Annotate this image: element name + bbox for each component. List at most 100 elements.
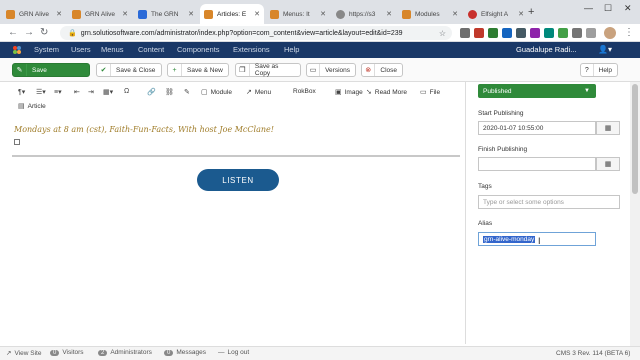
url-bar[interactable]: 🔒 grn.solutiosoftware.com/administrator/… xyxy=(60,26,452,40)
help-icon: ? xyxy=(581,64,594,76)
save-button[interactable]: ✎ Save xyxy=(12,63,90,77)
outdent-icon[interactable]: ⇤ xyxy=(74,88,80,96)
versions-button[interactable]: ▭ Versions xyxy=(306,63,356,77)
calendar-icon[interactable]: ▦ xyxy=(596,121,620,135)
site-name-link[interactable]: Guadalupe Radi... xyxy=(516,45,576,54)
browser-tab-active[interactable]: Articles: E ✕ xyxy=(200,4,264,24)
table-icon[interactable]: ▦▾ xyxy=(103,88,113,96)
extension-icon[interactable] xyxy=(516,28,526,38)
image-label: Image xyxy=(344,88,363,96)
link-icon[interactable]: 🔗 xyxy=(147,88,156,96)
user-menu-icon[interactable]: 👤▾ xyxy=(598,45,612,54)
file-label: File xyxy=(429,88,441,96)
visitors-label: Visitors xyxy=(62,349,84,356)
extension-icon[interactable] xyxy=(572,28,582,38)
edit-icon[interactable]: ✎ xyxy=(184,88,190,96)
close-icon[interactable]: ✕ xyxy=(254,10,260,18)
special-char-icon[interactable]: Ω xyxy=(124,88,129,95)
finish-publishing-field[interactable] xyxy=(478,157,596,171)
article-button[interactable]: ▤ Article xyxy=(18,102,46,111)
save-new-button[interactable]: + Save & New xyxy=(167,63,229,77)
view-site-link[interactable]: ↗ View Site xyxy=(6,349,41,358)
extension-icon[interactable] xyxy=(488,28,498,38)
status-footer: ↗ View Site 0 Visitors 2 Administrators … xyxy=(0,346,640,360)
menu-help[interactable]: Help xyxy=(284,45,299,54)
more-menu-icon[interactable]: ⋮ xyxy=(624,27,634,38)
unlink-icon[interactable]: ⛓ xyxy=(165,88,174,96)
menu-system[interactable]: System xyxy=(34,45,59,54)
calendar-icon[interactable]: ▦ xyxy=(596,157,620,171)
close-icon[interactable]: ✕ xyxy=(518,10,524,18)
read-more-button[interactable]: ➘ Read More xyxy=(366,88,407,97)
save-close-button[interactable]: ✔ Save & Close xyxy=(96,63,162,77)
help-button[interactable]: ? Help xyxy=(580,63,618,77)
close-button[interactable]: ⊗ Close xyxy=(361,63,403,77)
close-icon[interactable]: ✕ xyxy=(452,10,458,18)
administrators-link[interactable]: 2 Administrators xyxy=(98,349,152,356)
image-button[interactable]: ▣ Image xyxy=(335,88,363,97)
reload-icon[interactable]: ↻ xyxy=(40,27,48,38)
browser-tab[interactable]: Elfsight A ✕ xyxy=(464,4,528,24)
bullet-list-icon[interactable]: ☰▾ xyxy=(36,88,46,96)
browser-tab[interactable]: Menus: It ✕ xyxy=(266,4,330,24)
extension-icon[interactable] xyxy=(586,28,596,38)
image-icon: ▣ xyxy=(335,89,342,96)
close-window-icon[interactable]: ✕ xyxy=(624,3,632,14)
save-as-copy-button[interactable]: ❐ Save as Copy xyxy=(235,63,301,77)
extension-icon[interactable] xyxy=(544,28,554,38)
close-icon[interactable]: ✕ xyxy=(386,10,392,18)
back-icon[interactable]: ← xyxy=(8,27,18,38)
start-publishing-field[interactable]: 2020-01-07 10:55:00 xyxy=(478,121,596,135)
editor-content-area[interactable]: Mondays at 8 am (cst), Faith-Fun-Facts, … xyxy=(10,115,462,345)
scrollbar-thumb[interactable] xyxy=(632,84,638,194)
menu-users[interactable]: Users xyxy=(71,45,91,54)
browser-tab[interactable]: GRN Alive ✕ xyxy=(68,4,132,24)
browser-tab[interactable]: The GRN ✕ xyxy=(134,4,198,24)
listen-button[interactable]: LISTEN xyxy=(197,169,279,191)
bookmark-star-icon[interactable]: ☆ xyxy=(439,29,446,38)
menu-components[interactable]: Components xyxy=(177,45,220,54)
logout-link[interactable]: — Log out xyxy=(218,349,249,356)
help-label: Help xyxy=(598,66,612,74)
menu-menus[interactable]: Menus xyxy=(101,45,124,54)
vertical-scrollbar[interactable] xyxy=(630,82,640,346)
alias-field[interactable]: grn-alive-monday xyxy=(478,232,596,246)
menu-extensions[interactable]: Extensions xyxy=(233,45,270,54)
paragraph-icon[interactable]: ¶▾ xyxy=(18,88,25,96)
maximize-icon[interactable]: ☐ xyxy=(604,3,612,14)
column-divider xyxy=(465,82,466,344)
status-value: Published xyxy=(483,87,512,95)
menu-content[interactable]: Content xyxy=(138,45,164,54)
numbered-list-icon[interactable]: ≡▾ xyxy=(54,88,62,96)
admins-count-badge: 2 xyxy=(98,349,108,356)
extension-icon[interactable] xyxy=(558,28,568,38)
forward-icon[interactable]: → xyxy=(24,27,34,38)
admin-menu-bar: System Users Menus Content Components Ex… xyxy=(0,42,640,58)
minimize-icon[interactable]: — xyxy=(584,3,593,13)
profile-avatar[interactable] xyxy=(604,27,616,39)
rokbox-button[interactable]: RokBox xyxy=(293,88,316,95)
messages-link[interactable]: 0 Messages xyxy=(164,349,206,356)
extension-icon[interactable] xyxy=(502,28,512,38)
indent-icon[interactable]: ⇥ xyxy=(88,88,94,96)
article-icon: ▤ xyxy=(18,103,25,110)
joomla-logo-icon[interactable] xyxy=(12,45,22,55)
browser-tab[interactable]: Modules ✕ xyxy=(398,4,462,24)
file-button[interactable]: ▭ File xyxy=(420,88,441,97)
close-icon[interactable]: ✕ xyxy=(122,10,128,18)
extension-icon[interactable] xyxy=(530,28,540,38)
close-icon[interactable]: ✕ xyxy=(56,10,62,18)
visitors-link[interactable]: 0 Visitors xyxy=(50,349,84,356)
status-select[interactable]: Published ▼ xyxy=(478,84,596,98)
close-icon[interactable]: ✕ xyxy=(320,10,326,18)
menu-button[interactable]: ↗ Menu xyxy=(246,88,271,97)
extension-icon[interactable] xyxy=(474,28,484,38)
new-tab-button[interactable]: + xyxy=(528,6,534,18)
tags-input[interactable]: Type or select some options xyxy=(478,195,620,209)
extension-icon[interactable] xyxy=(460,28,470,38)
module-button[interactable]: ▢ Module xyxy=(201,88,232,97)
browser-tab[interactable]: GRN Alive ✕ xyxy=(2,4,66,24)
browser-tab[interactable]: https://s3 ✕ xyxy=(332,4,396,24)
close-icon[interactable]: ✕ xyxy=(188,10,194,18)
save-icon: ✎ xyxy=(13,64,27,76)
